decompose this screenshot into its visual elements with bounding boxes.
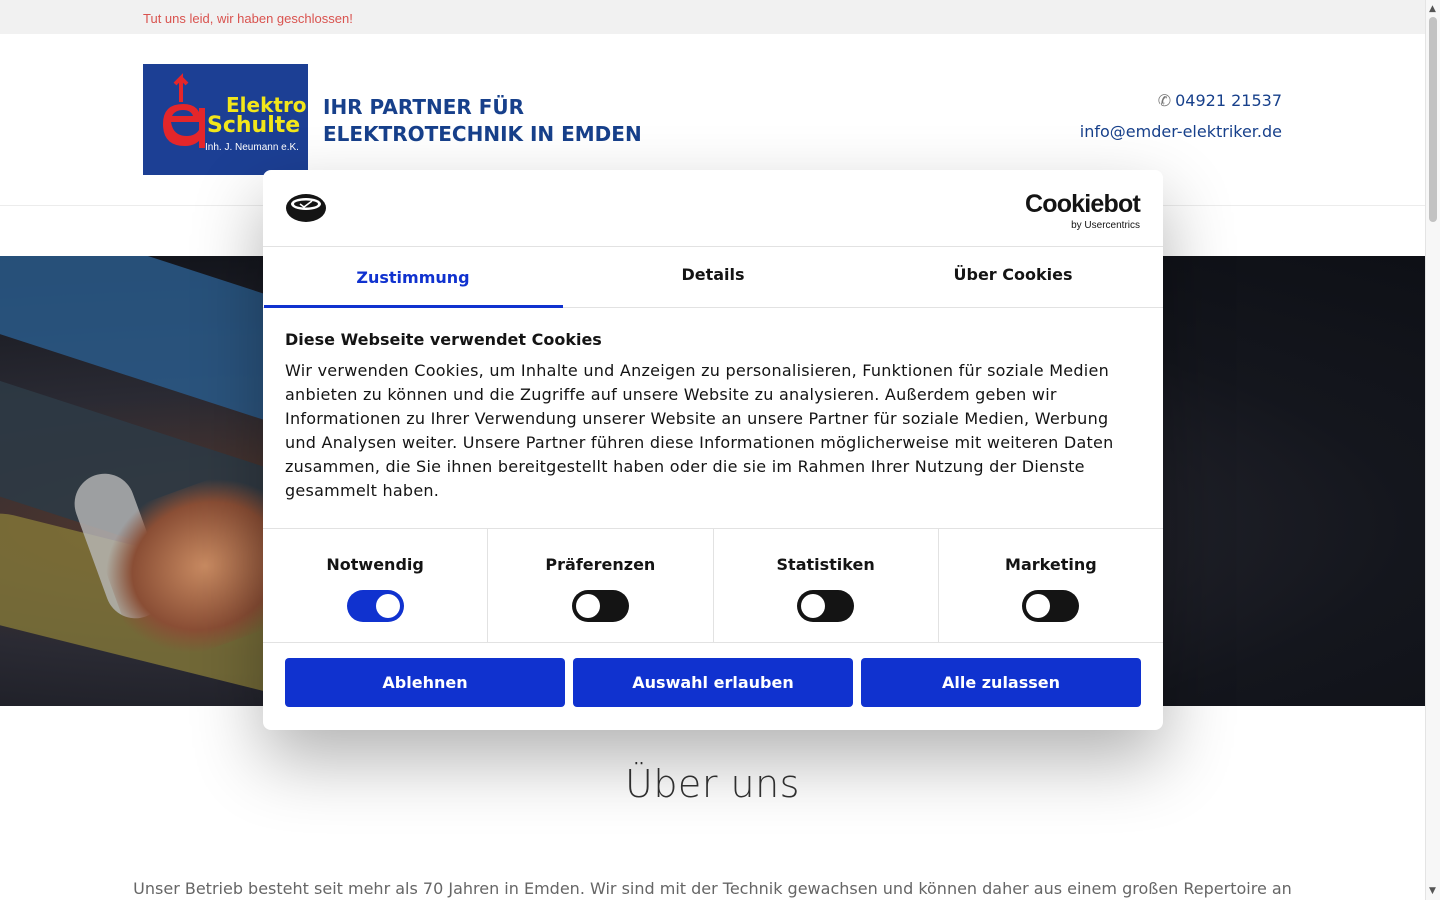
brand-name: Cookiebot xyxy=(1024,190,1141,218)
toggle-preferences[interactable] xyxy=(571,590,629,622)
closed-notice: Tut uns leid, wir haben geschlossen! xyxy=(143,11,353,26)
about-heading: Über uns xyxy=(625,762,800,806)
tab-about-cookies[interactable]: Über Cookies xyxy=(863,247,1163,307)
consent-categories: Notwendig Präferenzen Statistiken Market… xyxy=(263,528,1163,643)
scroll-up-icon[interactable]: ▲ xyxy=(1429,4,1436,14)
allow-all-button[interactable]: Alle zulassen xyxy=(861,658,1141,707)
email-link[interactable]: info@emder-elektriker.de xyxy=(1080,122,1282,141)
toggle-knob xyxy=(375,594,400,618)
logo-line2: Schulte xyxy=(207,113,300,138)
category-label: Präferenzen xyxy=(545,555,656,574)
header-tagline: IHR PARTNER FÜR ELEKTROTECHNIK IN EMDEN xyxy=(323,94,642,148)
toggle-knob xyxy=(575,594,600,618)
toggle-marketing[interactable] xyxy=(1022,590,1080,622)
dialog-description: Wir verwenden Cookies, um Inhalte und An… xyxy=(285,361,1114,500)
allow-selection-button[interactable]: Auswahl erlauben xyxy=(573,658,853,707)
cookiebot-brand[interactable]: Cookiebot by Usercentrics xyxy=(1024,190,1141,232)
toggle-knob xyxy=(801,594,826,618)
tab-details[interactable]: Details xyxy=(563,247,863,307)
elektro-schulte-logo-graphic: Elektro Schulte Inh. J. Neumann e.K. xyxy=(163,73,307,153)
tagline-line2: ELEKTROTECHNIK IN EMDEN xyxy=(323,122,642,146)
category-label: Marketing xyxy=(1005,555,1097,574)
cookie-consent-dialog: Cookiebot by Usercentrics Zustimmung Det… xyxy=(263,170,1163,730)
about-text: Unser Betrieb besteht seit mehr als 70 J… xyxy=(133,879,1292,898)
dialog-actions: Ablehnen Auswahl erlauben Alle zulassen xyxy=(285,658,1141,707)
brand-sub: by Usercentrics xyxy=(1071,220,1140,231)
tagline-line1: IHR PARTNER FÜR xyxy=(323,95,525,119)
category-necessary: Notwendig xyxy=(263,529,489,642)
category-marketing: Marketing xyxy=(939,529,1163,642)
category-preferences: Präferenzen xyxy=(488,529,714,642)
dialog-header: Cookiebot by Usercentrics xyxy=(263,170,1163,247)
logo-line3: Inh. J. Neumann e.K. xyxy=(205,142,299,153)
phone-icon: ✆ xyxy=(1157,91,1172,110)
toggle-knob xyxy=(1026,594,1051,618)
scrollbar-thumb[interactable] xyxy=(1429,17,1437,222)
dialog-tabs: Zustimmung Details Über Cookies xyxy=(263,247,1163,308)
phone-number: 04921 21537 xyxy=(1175,91,1282,110)
toggle-necessary[interactable] xyxy=(346,590,404,622)
dialog-title: Diese Webseite verwendet Cookies xyxy=(285,330,602,349)
category-label: Statistiken xyxy=(776,555,875,574)
toggle-statistics[interactable] xyxy=(797,590,855,622)
dialog-body: Diese Webseite verwendet Cookies Wir ver… xyxy=(285,330,1141,503)
cookiebot-logo-icon xyxy=(286,194,326,222)
phone-link[interactable]: ✆ 04921 21537 xyxy=(1158,91,1282,110)
tab-consent[interactable]: Zustimmung xyxy=(263,247,563,308)
decline-button[interactable]: Ablehnen xyxy=(285,658,565,707)
page-scrollbar[interactable]: ▲ ▼ xyxy=(1425,0,1440,900)
category-label: Notwendig xyxy=(326,555,424,574)
notice-bar: Tut uns leid, wir haben geschlossen! xyxy=(0,0,1425,34)
company-logo[interactable]: Elektro Schulte Inh. J. Neumann e.K. xyxy=(143,64,308,175)
category-statistics: Statistiken xyxy=(714,529,939,642)
scroll-down-icon[interactable]: ▼ xyxy=(1429,886,1436,896)
